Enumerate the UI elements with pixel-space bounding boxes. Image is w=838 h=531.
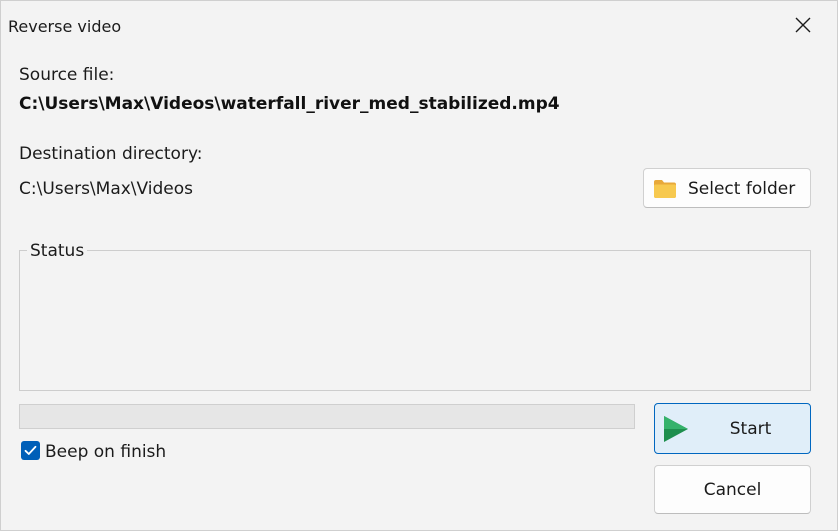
destination-directory-path: C:\Users\Max\Videos [19,179,194,199]
checkbox-box[interactable] [21,441,40,460]
reverse-video-dialog: Reverse video Source file: C:\Users\Max\… [0,0,838,531]
cancel-button[interactable]: Cancel [654,465,811,514]
start-label: Start [729,419,772,439]
status-group-box [19,250,811,391]
window-title: Reverse video [8,17,122,36]
start-button[interactable]: Start [654,403,811,454]
checkmark-icon [24,445,37,455]
cancel-label: Cancel [703,480,762,500]
status-group-label: Status [27,241,88,261]
folder-icon [654,180,676,198]
close-icon [795,17,811,33]
beep-on-finish-label: Beep on finish [45,442,167,462]
progress-bar [19,404,635,429]
title-bar: Reverse video [1,1,837,51]
source-file-path: C:\Users\Max\Videos\waterfall_river_med_… [19,94,560,114]
source-file-label: Source file: [19,65,115,85]
destination-directory-label: Destination directory: [19,144,203,164]
select-folder-label: Select folder [688,179,796,199]
close-button[interactable] [789,11,817,39]
select-folder-button[interactable]: Select folder [643,168,811,208]
